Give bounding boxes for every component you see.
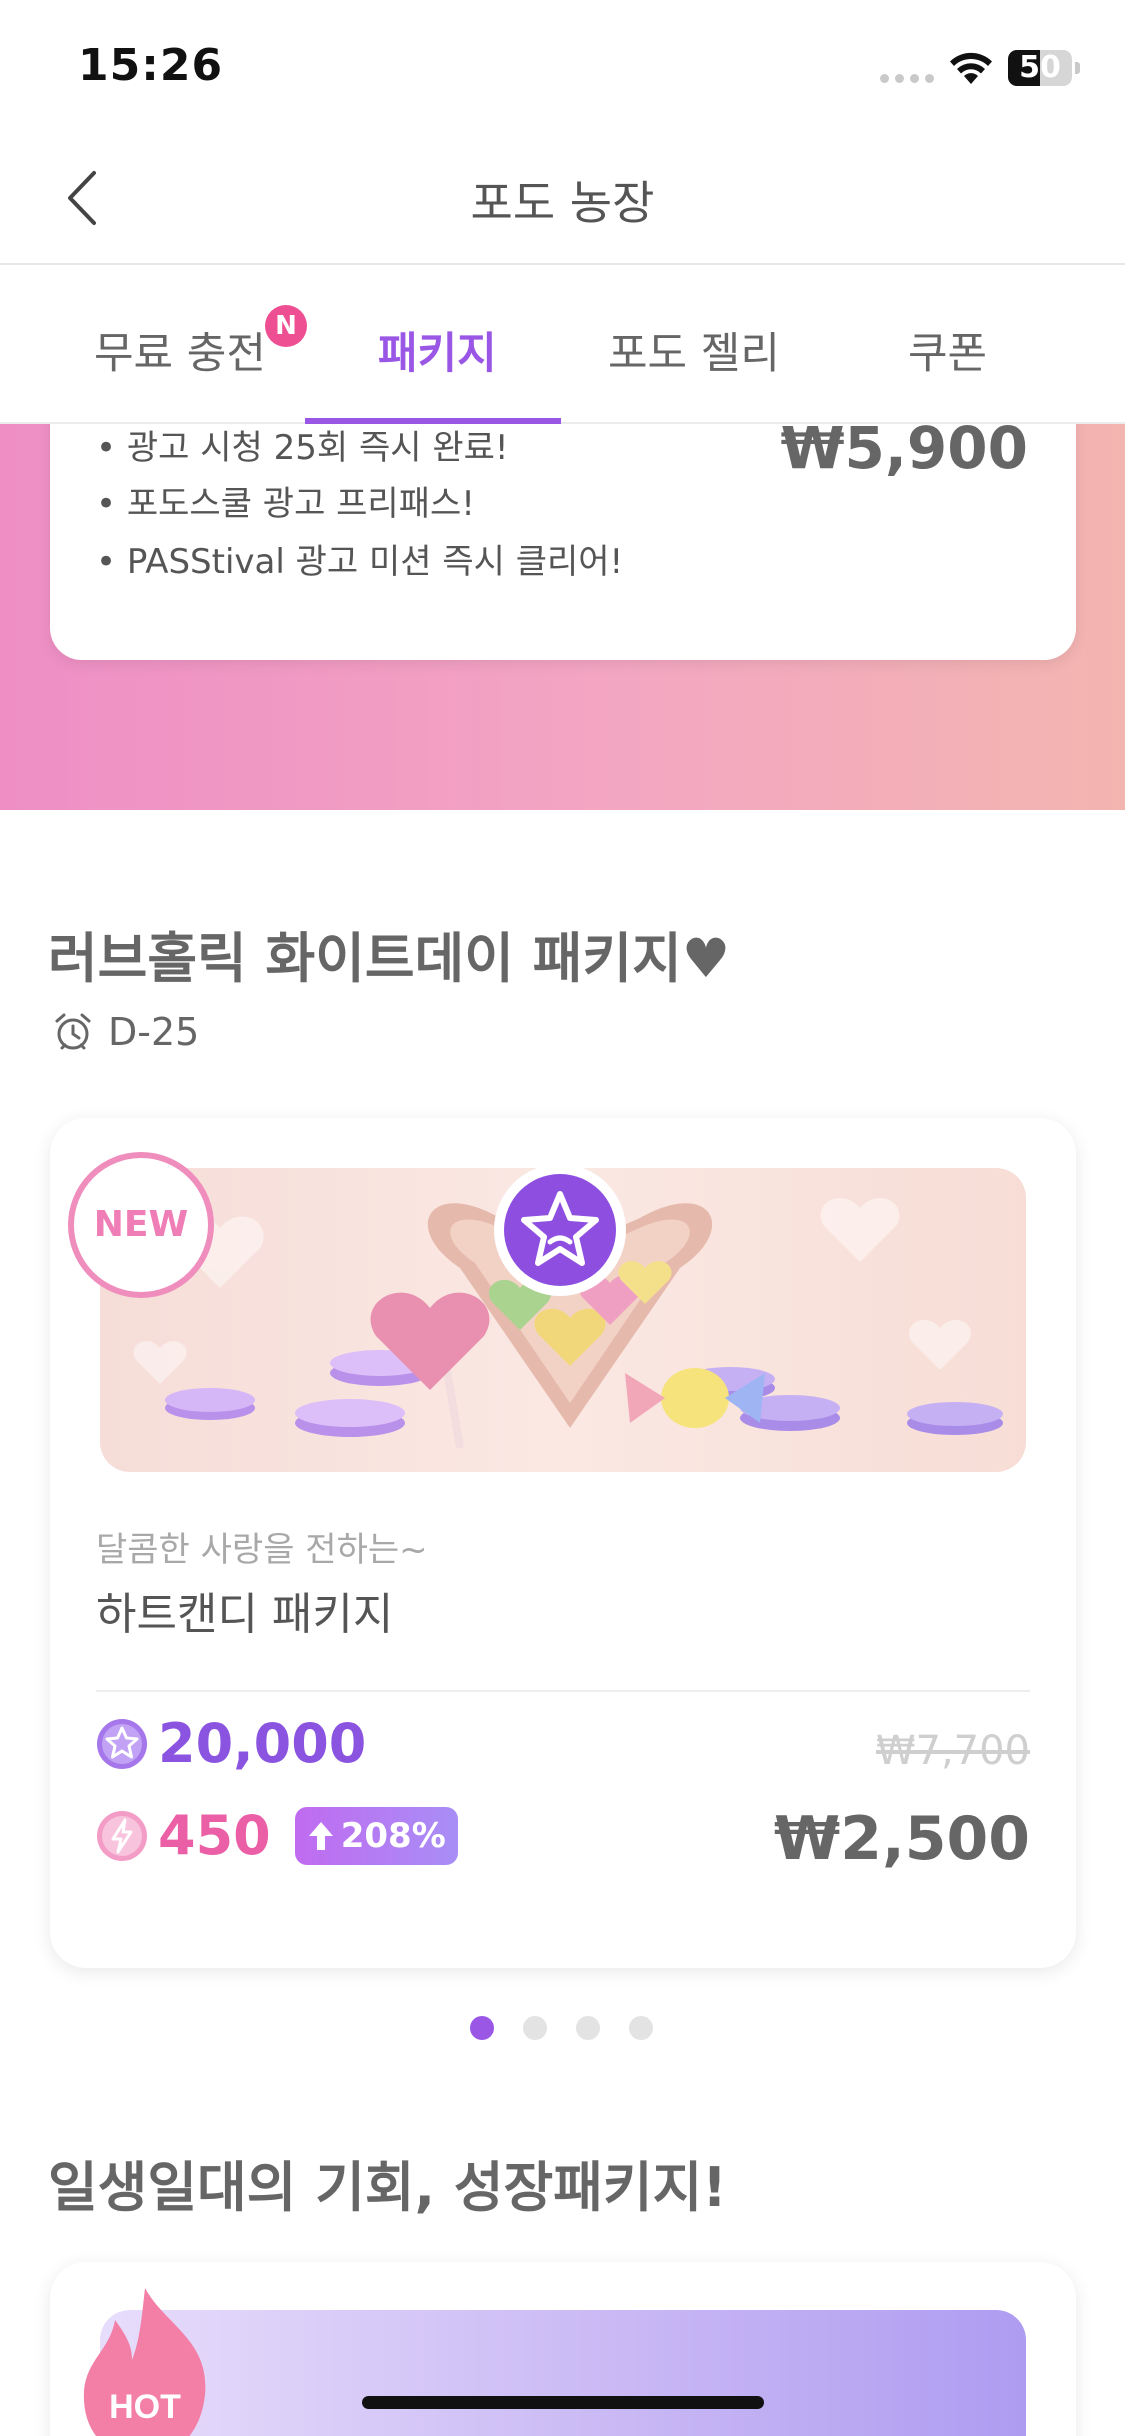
- status-time: 15:26: [78, 40, 224, 91]
- growth-package-illustration: [100, 2310, 1026, 2436]
- dday-countdown: D-25: [52, 1010, 199, 1054]
- growth-package-card[interactable]: HOT: [50, 2262, 1076, 2436]
- package-name: 하트캔디 패키지: [96, 1589, 394, 1640]
- bolt-amount: 450: [158, 1804, 271, 1867]
- package-subtitle: 달콤한 사랑을 전하는~: [96, 1530, 428, 1570]
- star-reward-row: 20,000: [96, 1712, 366, 1775]
- lightning-currency-icon: [97, 1810, 147, 1861]
- benefit-line: • PASStival 광고 미션 즉시 클리어!: [96, 542, 624, 582]
- home-indicator[interactable]: [362, 2396, 764, 2409]
- ad-pass-price: ₩5,900: [780, 414, 1028, 482]
- tab-free-charge[interactable]: 무료 충전: [94, 319, 266, 381]
- pager-dot[interactable]: [576, 2016, 600, 2040]
- tab-package[interactable]: 패키지: [378, 319, 497, 381]
- benefit-line: • 광고 시청 25회 즉시 완료!: [96, 428, 509, 468]
- heart-candy-package-card[interactable]: NEW 달콤한 사랑을 전하는~ 하트캔디 패키지 20,000 450 208…: [50, 1118, 1076, 1968]
- tab-bar: 무료 충전 패키지 포도 젤리 쿠폰: [0, 267, 1125, 424]
- tab-grape-jelly[interactable]: 포도 젤리: [608, 319, 780, 381]
- bonus-percent: 208%: [340, 1815, 446, 1856]
- page-title: 포도 농장: [470, 176, 655, 230]
- up-arrow-icon: [308, 1821, 333, 1850]
- status-bar: 15:26 50: [0, 0, 1125, 135]
- hot-flame-badge: HOT: [83, 2288, 206, 2436]
- bonus-percent-badge: 208%: [294, 1806, 458, 1865]
- package-price[interactable]: ₩2,500: [774, 1804, 1030, 1874]
- bolt-reward-row: 450 208%: [96, 1804, 458, 1867]
- star-coin-icon: [494, 1164, 626, 1296]
- cellular-signal-icon: [880, 74, 934, 83]
- new-badge-dot: N: [265, 305, 307, 347]
- benefit-line: • 포도스쿨 광고 프리패스!: [96, 484, 475, 524]
- original-price: ₩7,700: [875, 1728, 1030, 1774]
- new-badge: NEW: [68, 1152, 214, 1298]
- active-tab-indicator: [305, 418, 561, 424]
- battery-level: 50: [1019, 50, 1061, 85]
- pager-dot[interactable]: [470, 2016, 494, 2040]
- wifi-icon: [950, 52, 992, 84]
- carousel-pager: [470, 2016, 653, 2040]
- tab-coupon[interactable]: 쿠폰: [908, 319, 987, 381]
- alarm-clock-icon: [55, 1013, 91, 1050]
- pager-dot[interactable]: [629, 2016, 653, 2040]
- star-amount: 20,000: [158, 1712, 367, 1775]
- nav-bar: 포도 농장: [0, 135, 1125, 265]
- dday-text: D-25: [108, 1010, 200, 1054]
- star-currency-icon: [97, 1718, 147, 1769]
- divider: [96, 1690, 1030, 1692]
- hot-badge-label: HOT: [109, 2388, 181, 2426]
- whiteday-section-title: 러브홀릭 화이트데이 패키지♥: [48, 927, 731, 990]
- growth-section-title: 일생일대의 기회, 성장패키지!: [48, 2156, 727, 2219]
- battery-icon: 50: [1008, 50, 1072, 86]
- pager-dot[interactable]: [523, 2016, 547, 2040]
